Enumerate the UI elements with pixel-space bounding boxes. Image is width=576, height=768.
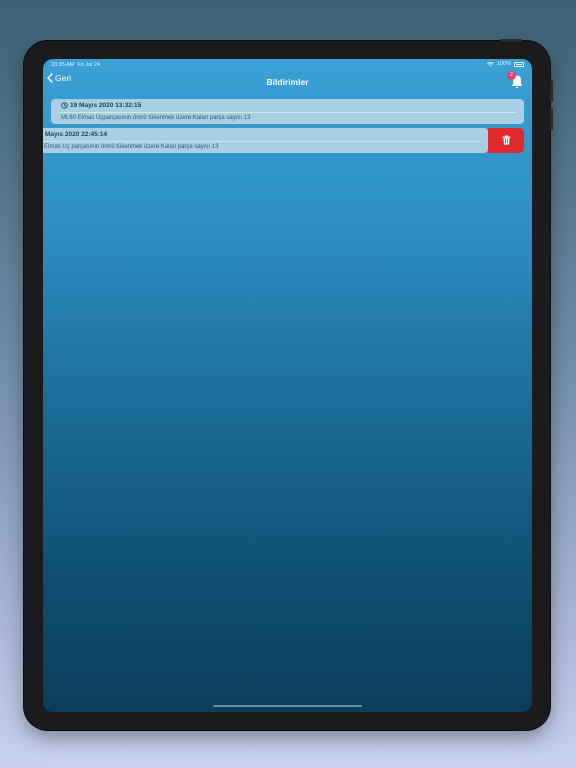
trash-icon: [502, 135, 511, 145]
status-time: 10:35 AM Fri Jul 24: [51, 62, 100, 68]
status-right: 100%: [486, 61, 524, 67]
power-button: [500, 39, 522, 42]
page-title: Bildirimler: [266, 77, 309, 87]
delete-button[interactable]: [488, 128, 524, 153]
notification-date: 19 Mayıs 2020 13:32:15: [70, 102, 142, 109]
notification-badge: 2: [507, 71, 516, 80]
status-bar: 10:35 AM Fri Jul 24 100%: [43, 59, 532, 71]
notification-message: Elmas Uç parçasının ömrü tükenmek üzere …: [44, 144, 219, 150]
volume-down-button: [550, 108, 553, 130]
navigation-bar: Geri Bildirimler 2: [43, 71, 532, 93]
swiped-notification-row[interactable]: Mayıs 2020 22:45:14 Elmas Uç parçasının …: [43, 128, 524, 153]
notification-card[interactable]: 19 Mayıs 2020 13:32:15 ML60 Elmas Uçparç…: [51, 99, 524, 124]
battery-icon: [514, 61, 524, 67]
clock-icon: [61, 102, 68, 109]
card-divider: [59, 112, 516, 113]
notification-date: Mayıs 2020 22:45:14: [45, 131, 108, 138]
notification-card[interactable]: Mayıs 2020 22:45:14 Elmas Uç parçasının …: [43, 128, 488, 153]
home-indicator[interactable]: [213, 705, 362, 707]
battery-percent: 100%: [496, 61, 511, 67]
wifi-icon: [486, 61, 494, 67]
card-divider: [43, 141, 480, 142]
screen: 10:35 AM Fri Jul 24 100% Geri Bildirimle…: [43, 59, 532, 712]
status-date-text: Fri Jul 24: [77, 62, 100, 68]
notification-message: ML60 Elmas Uçparçasının ömrü tükenmek üz…: [61, 115, 251, 121]
status-time-text: 10:35 AM: [51, 62, 75, 68]
volume-up-button: [550, 80, 553, 102]
